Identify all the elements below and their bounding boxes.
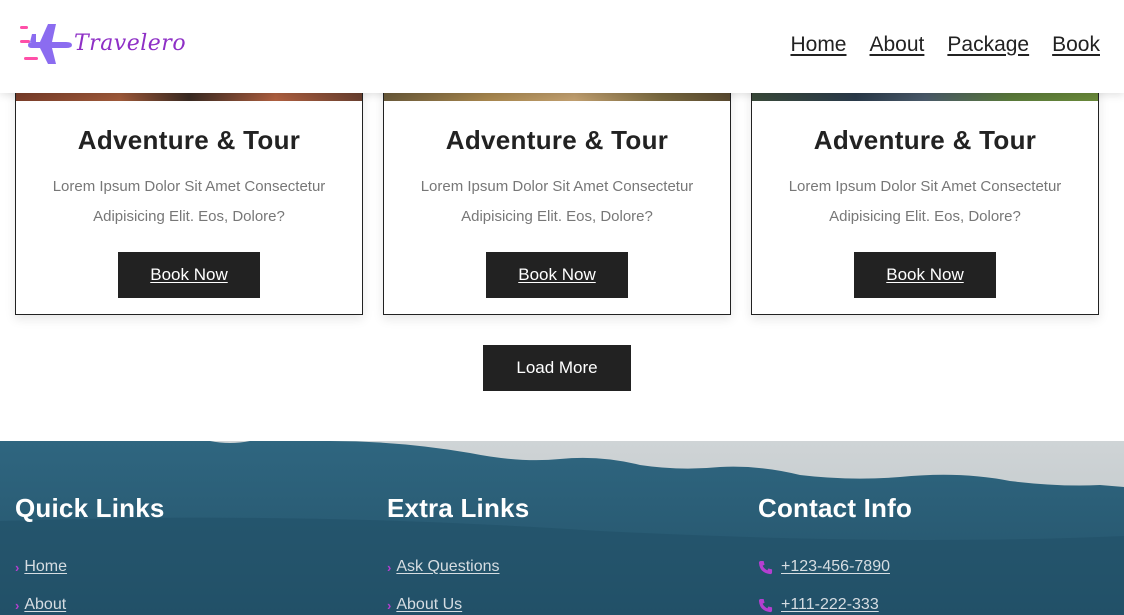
- quick-links-title: Quick Links: [15, 493, 165, 523]
- extra-links: Extra Links › Ask Questions › About Us: [387, 493, 529, 615]
- list-item: › Ask Questions: [387, 548, 529, 586]
- package-card: Adventure & Tour Lorem Ipsum Dolor Sit A…: [751, 60, 1099, 315]
- list-item: › Home: [15, 548, 165, 586]
- footer-link-ask-questions[interactable]: Ask Questions: [396, 558, 499, 576]
- airplane-icon: [20, 24, 72, 64]
- nav-about[interactable]: About: [870, 33, 925, 57]
- package-card: Adventure & Tour Lorem Ipsum Dolor Sit A…: [383, 60, 731, 315]
- footer-link-about-us[interactable]: About Us: [396, 596, 462, 614]
- card-title: Adventure & Tour: [445, 125, 669, 155]
- contact-info-title: Contact Info: [758, 493, 913, 523]
- chevron-right-icon: ›: [387, 559, 392, 575]
- card-text: Lorem Ipsum Dolor Sit Amet Consectetur A…: [420, 178, 694, 225]
- chevron-right-icon: ›: [15, 559, 20, 575]
- contact-info: Contact Info +123-456-7890 +111-222-333: [758, 493, 912, 615]
- list-item: › About: [15, 586, 165, 615]
- phone-link[interactable]: +123-456-7890: [781, 558, 890, 576]
- chevron-right-icon: ›: [387, 597, 392, 613]
- nav-package[interactable]: Package: [947, 33, 1029, 57]
- brand-name: Travelero: [74, 30, 187, 56]
- mountain-background: [0, 441, 1124, 615]
- card-text: Lorem Ipsum Dolor Sit Amet Consectetur A…: [788, 178, 1062, 225]
- chevron-right-icon: ›: [15, 597, 20, 613]
- quick-links: Quick Links › Home › About: [15, 493, 165, 615]
- package-cards: Adventure & Tour Lorem Ipsum Dolor Sit A…: [15, 60, 1100, 315]
- phone-link[interactable]: +111-222-333: [781, 596, 879, 614]
- footer-link-home[interactable]: Home: [24, 558, 67, 576]
- phone-icon: [758, 598, 773, 612]
- book-now-button[interactable]: Book Now: [486, 252, 628, 298]
- site-header: Travelero Home About Package Book: [0, 0, 1124, 93]
- card-title: Adventure & Tour: [813, 125, 1037, 155]
- main-nav: Home About Package Book: [790, 33, 1100, 57]
- page: Travelero Home About Package Book Advent…: [0, 0, 1124, 615]
- logo[interactable]: Travelero: [18, 20, 186, 66]
- nav-home[interactable]: Home: [790, 33, 846, 57]
- phone-icon: [758, 560, 773, 574]
- card-title: Adventure & Tour: [77, 125, 301, 155]
- list-item: +111-222-333: [758, 586, 912, 615]
- footer-link-about[interactable]: About: [24, 596, 66, 614]
- package-card: Adventure & Tour Lorem Ipsum Dolor Sit A…: [15, 60, 363, 315]
- extra-links-title: Extra Links: [387, 493, 530, 523]
- book-now-button[interactable]: Book Now: [118, 252, 260, 298]
- list-item: +123-456-7890: [758, 548, 912, 586]
- nav-book[interactable]: Book: [1052, 33, 1100, 57]
- list-item: › About Us: [387, 586, 529, 615]
- book-now-button[interactable]: Book Now: [854, 252, 996, 298]
- load-more-button[interactable]: Load More: [483, 345, 631, 391]
- site-footer: Quick Links › Home › About Extra Links › As…: [0, 441, 1124, 615]
- card-text: Lorem Ipsum Dolor Sit Amet Consectetur A…: [52, 178, 326, 225]
